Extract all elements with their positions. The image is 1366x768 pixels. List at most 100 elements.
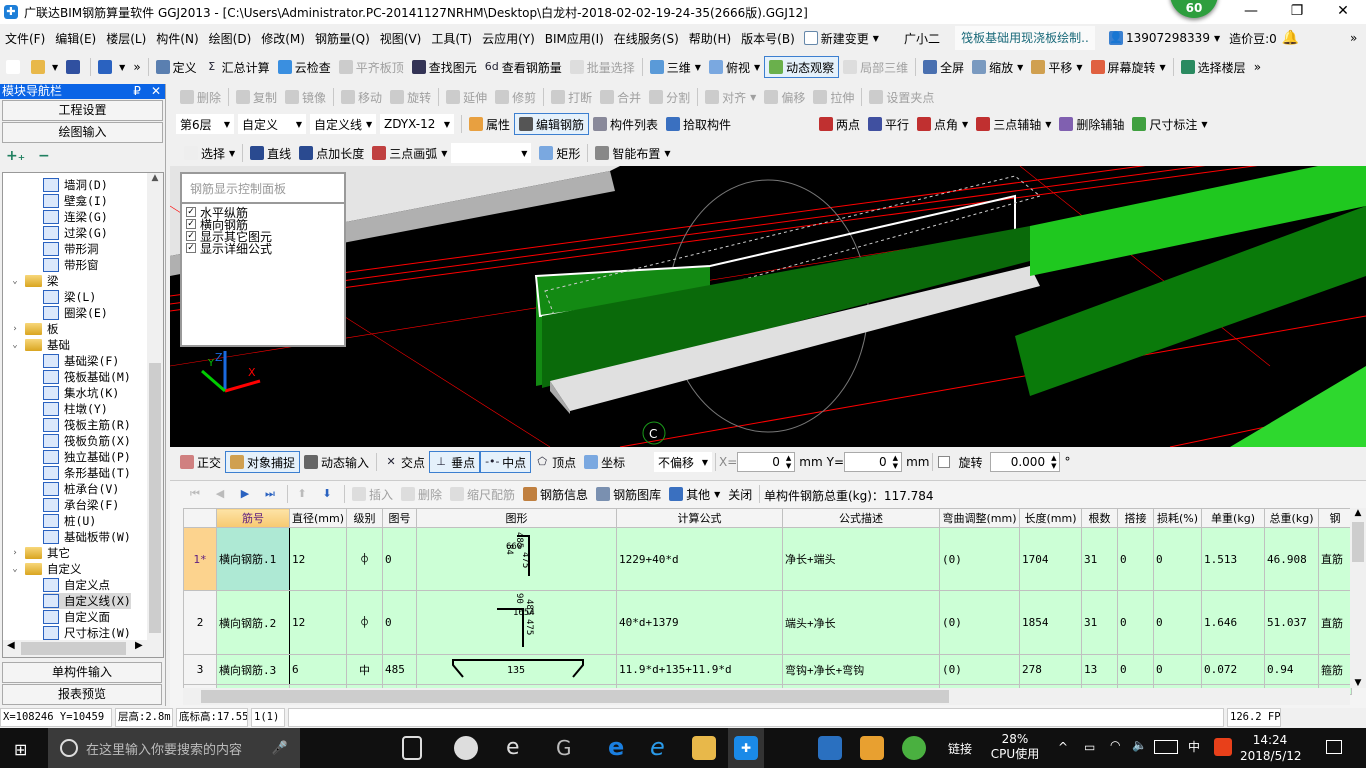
menu-item[interactable]: 视图(V) — [375, 30, 427, 47]
undo-button[interactable]: ▼ — [94, 56, 129, 78]
rotate-checkbox[interactable] — [938, 456, 951, 468]
menu-item[interactable]: 文件(F) — [0, 30, 50, 47]
cell-name[interactable]: 横向钢筋.2 — [216, 590, 290, 655]
table-horizontal-scrollbar[interactable] — [183, 688, 1350, 705]
component-type-select[interactable]: 自定义 ▼ — [238, 114, 306, 134]
tree-item[interactable]: 自定义面 — [43, 609, 110, 625]
cell-formula[interactable]: 1229+40*d — [616, 527, 784, 591]
ie-gray-icon[interactable]: e — [506, 736, 530, 760]
cell-total_w[interactable]: 46.908 — [1264, 527, 1320, 591]
checkbox-icon[interactable]: ✓ — [186, 243, 196, 253]
component-name-select[interactable]: ZDYX-12 ▼ — [380, 114, 454, 134]
menu-item[interactable]: 编辑(E) — [50, 30, 101, 47]
power-icon[interactable]: ▭ — [1084, 740, 1095, 754]
scroll-thumb[interactable] — [21, 642, 126, 655]
cell-length[interactable]: 1854 — [1019, 590, 1083, 655]
menu-item[interactable]: 修改(M) — [256, 30, 310, 47]
cell-bend[interactable]: (0) — [939, 590, 1021, 655]
tree-item[interactable]: 独立基础(P) — [43, 449, 131, 465]
screen-rotate-button[interactable]: 屏幕旋转 ▼ — [1087, 56, 1170, 78]
scroll-up-icon[interactable]: ▲ — [147, 173, 163, 183]
ime-indicator[interactable]: 中 — [1188, 738, 1200, 755]
3d-viewport[interactable]: C Z X Y — [170, 166, 1366, 447]
column-header[interactable]: 钢 — [1318, 508, 1353, 528]
cell-no[interactable]: 1* — [183, 527, 217, 591]
tree-folder[interactable]: ⌄ 梁 — [9, 273, 58, 289]
tree-item[interactable]: 筏板基础(M) — [43, 369, 131, 385]
cell-length[interactable]: 1704 — [1019, 527, 1083, 591]
cell-total_w[interactable]: 0.94 — [1264, 654, 1320, 685]
offset-mode-select[interactable]: 不偏移 ▼ — [654, 452, 712, 472]
cell-lap[interactable]: 0 — [1117, 527, 1155, 591]
chevron-down-icon[interactable]: ⌄ — [9, 564, 21, 574]
scroll-up-icon[interactable]: ▲ — [1350, 508, 1366, 518]
edit-rebar-button[interactable]: 编辑钢筋 — [514, 113, 590, 135]
smart-layout-button[interactable]: 智能布置 ▼ — [591, 142, 674, 164]
move-button[interactable]: 移动 — [337, 86, 386, 108]
sigma-button[interactable]: Σ 汇总计算 — [201, 56, 274, 78]
floor-select[interactable]: 第6层 ▼ — [176, 114, 234, 134]
menu-item[interactable]: 构件(N) — [151, 30, 203, 47]
column-header[interactable]: 图形 — [416, 508, 618, 528]
table-row[interactable]: 1* 横向钢筋.1 12 ⌽ 0 84 485 660 475 1229+40*d 净长+端头 (0)… — [183, 527, 1353, 591]
windows-start-icon[interactable]: ⊞ — [14, 740, 27, 759]
spinner-icon[interactable]: ▲ ▼ — [786, 454, 791, 470]
cell-loss[interactable]: 0 — [1153, 654, 1203, 685]
coordinate-button[interactable]: 坐标 — [580, 451, 629, 473]
tree-item[interactable]: 自定义线(X) — [43, 593, 131, 609]
menu-item[interactable]: 帮助(H) — [684, 30, 736, 47]
align-button[interactable]: 对齐 ▼ — [701, 86, 760, 108]
table-vertical-scrollbar[interactable]: ▲ ▼ — [1350, 508, 1366, 688]
minimize-button[interactable]: — — [1228, 0, 1274, 24]
checkbox-icon[interactable]: ✓ — [186, 219, 196, 229]
scroll-right-icon[interactable]: ▶ — [135, 640, 143, 651]
column-header[interactable]: 搭接 — [1117, 508, 1155, 528]
cell-no[interactable]: 3 — [183, 654, 217, 685]
cell-fig[interactable]: 0 — [382, 590, 418, 655]
cell-grade[interactable]: ⌽ — [346, 527, 384, 591]
cell-no[interactable]: 2 — [183, 590, 217, 655]
cell-desc[interactable]: 弯钩+净长+弯钩 — [782, 654, 941, 685]
batch-select-button[interactable]: 批量选择 — [566, 56, 639, 78]
tree-item[interactable]: 自定义点 — [43, 577, 110, 593]
green-app-icon[interactable] — [902, 736, 926, 760]
save-button[interactable] — [62, 56, 87, 78]
book-app-icon[interactable] — [818, 736, 842, 760]
tree-folder[interactable]: ⌄ 基础 — [9, 337, 70, 353]
extend-button[interactable]: 延伸 — [442, 86, 491, 108]
scroll-thumb[interactable] — [201, 690, 949, 703]
ortho-button[interactable]: 正交 — [176, 451, 225, 473]
tree-folder[interactable]: ⌄ 自定义 — [9, 561, 81, 577]
top-view-button[interactable]: 俯视 ▼ — [705, 56, 764, 78]
cell-total_w[interactable]: 51.037 — [1264, 590, 1320, 655]
cell-loss[interactable]: 0 — [1153, 527, 1203, 591]
tree-item[interactable]: 基础梁(F) — [43, 353, 119, 369]
split-button[interactable]: 分割 — [645, 86, 694, 108]
cell-dia[interactable]: 12 — [288, 590, 348, 655]
column-header[interactable]: 弯曲调整(mm) — [939, 508, 1021, 528]
rebar-shape-cell[interactable]: 135 — [416, 654, 618, 685]
parallel-axis-button[interactable]: 平行 — [864, 113, 913, 135]
tree-item[interactable]: 条形基础(T) — [43, 465, 131, 481]
new-file-button[interactable] — [2, 56, 27, 78]
microphone-icon[interactable]: 🎤 — [272, 741, 288, 756]
cell-length[interactable]: 278 — [1019, 654, 1083, 685]
volume-icon[interactable]: 🔈 — [1132, 738, 1147, 752]
column-header[interactable]: 公式描述 — [782, 508, 941, 528]
midpoint-button[interactable]: -•- 中点 — [480, 451, 532, 473]
report-preview-button[interactable]: 报表预览 — [2, 684, 162, 705]
project-settings-button[interactable]: 工程设置 — [2, 100, 163, 121]
more-menu-button[interactable]: » — [1350, 31, 1357, 45]
break-button[interactable]: 打断 — [547, 86, 596, 108]
pan-button[interactable]: 平移 ▼ — [1027, 56, 1086, 78]
point-angle-axis-button[interactable]: 点角 ▼ — [913, 113, 972, 135]
rebar-info-button[interactable]: 钢筋信息 — [519, 483, 592, 505]
table-row[interactable]: 3 横向钢筋.3 6 中 485 135 11.9*d+135+11.9*d 弯钩+净长+弯钩… — [183, 654, 1353, 685]
align-slab-button[interactable]: 平齐板顶 — [335, 56, 408, 78]
cell-grade[interactable]: 中 — [346, 654, 384, 685]
bell-icon[interactable]: 🔔 — [1282, 30, 1299, 46]
cell-bend[interactable]: (0) — [939, 527, 1021, 591]
spiral-app-icon[interactable]: G — [556, 736, 580, 760]
rebar-shape-cell[interactable]: 84 485 660 475 — [416, 527, 618, 591]
object-snap-button[interactable]: 对象捕捉 — [225, 451, 301, 473]
